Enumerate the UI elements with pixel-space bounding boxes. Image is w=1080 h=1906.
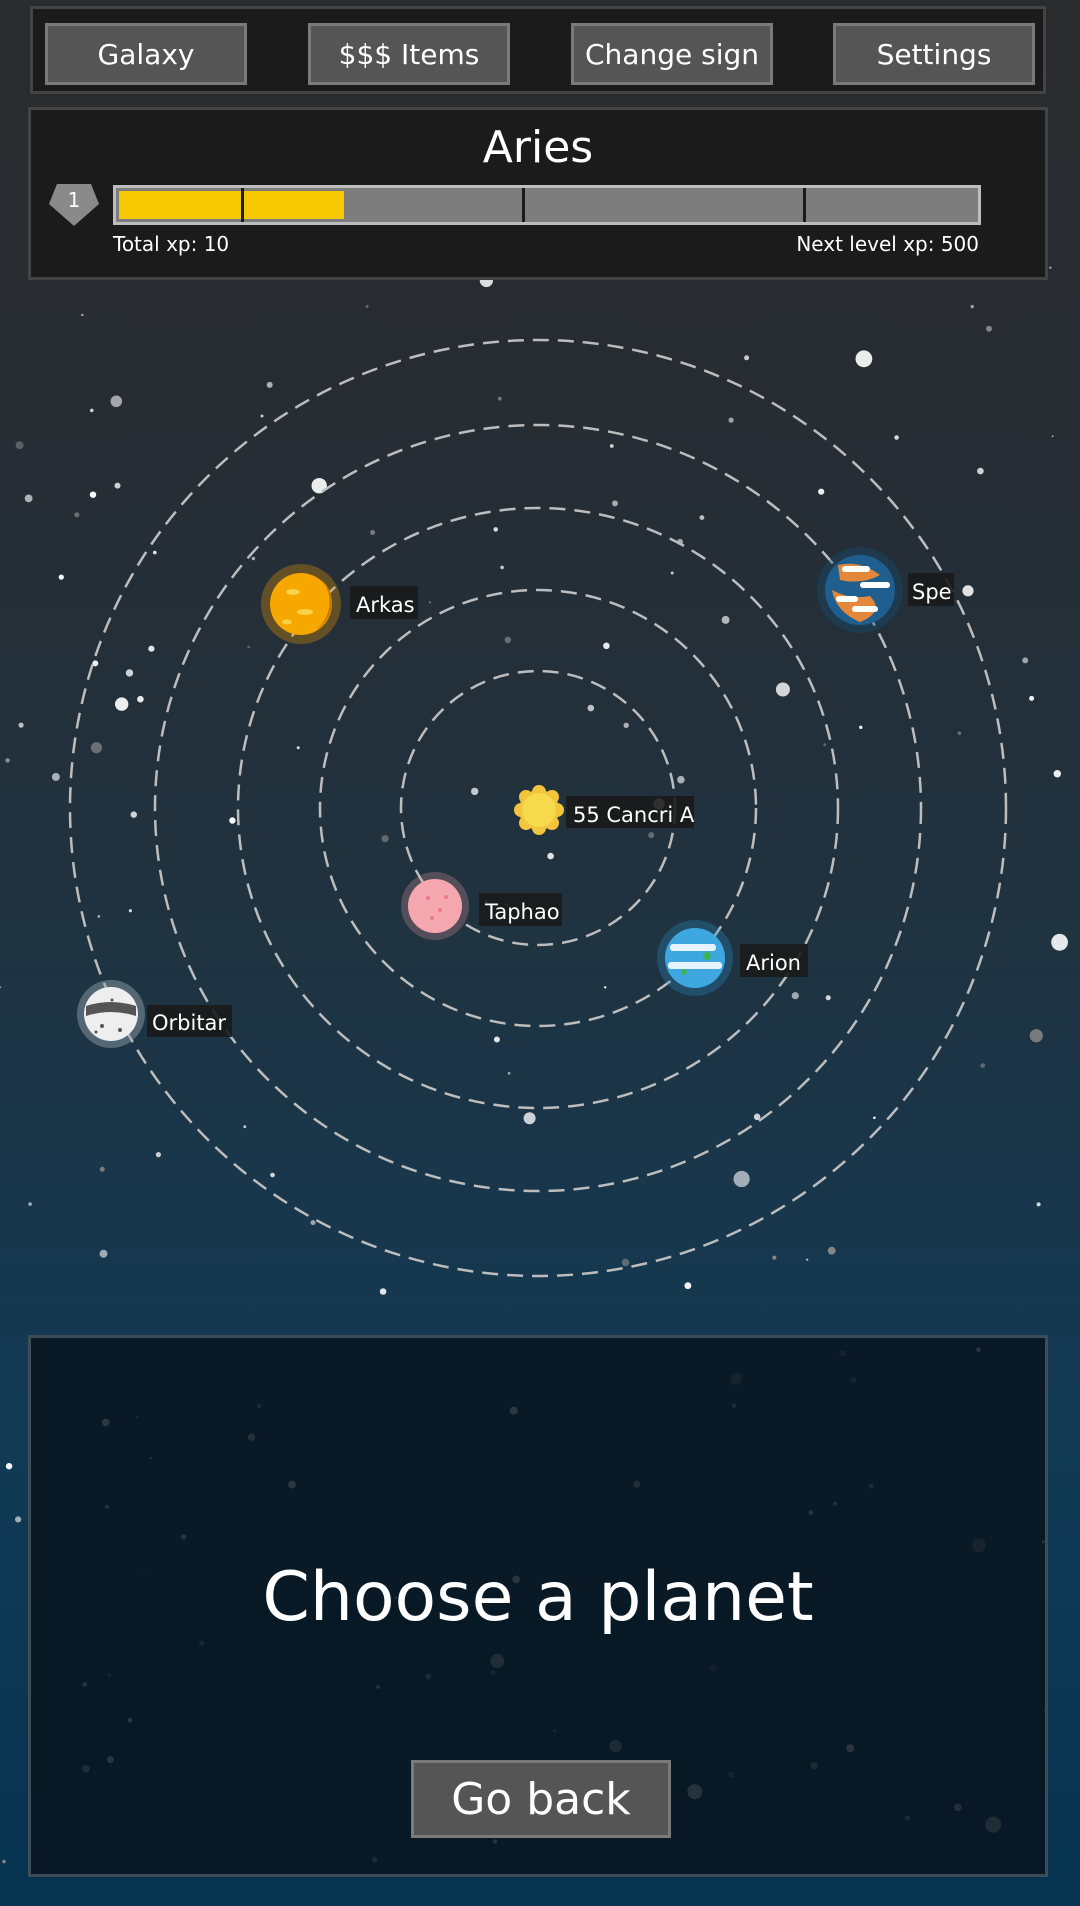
moon-planet-icon — [77, 980, 145, 1048]
gas-giant-icon — [817, 547, 903, 633]
planet-select-panel: Choose a planet Go back — [28, 1335, 1048, 1877]
planet-label: Taphao — [484, 900, 560, 924]
ocean-planet-icon — [657, 920, 733, 996]
planet-label: Orbitar — [152, 1011, 226, 1035]
star-label: 55 Cancri A — [573, 803, 695, 827]
planet-label: Arion — [746, 951, 801, 975]
star-55-cancri-a[interactable]: 55 Cancri A — [514, 785, 695, 835]
planet-taphao[interactable]: Taphao — [401, 872, 562, 940]
choose-planet-heading: Choose a planet — [262, 1558, 814, 1637]
planet-label: Arkas — [356, 593, 415, 617]
sun-icon — [514, 785, 564, 835]
planet-arion[interactable]: Arion — [657, 920, 808, 996]
planet-arkas[interactable]: Arkas — [261, 564, 418, 644]
planet-orbitar[interactable]: Orbitar — [77, 980, 232, 1048]
pink-planet-icon — [401, 872, 469, 940]
go-back-button[interactable]: Go back — [411, 1760, 671, 1838]
planet-label: Spe — [912, 580, 952, 604]
lava-planet-icon — [261, 564, 341, 644]
